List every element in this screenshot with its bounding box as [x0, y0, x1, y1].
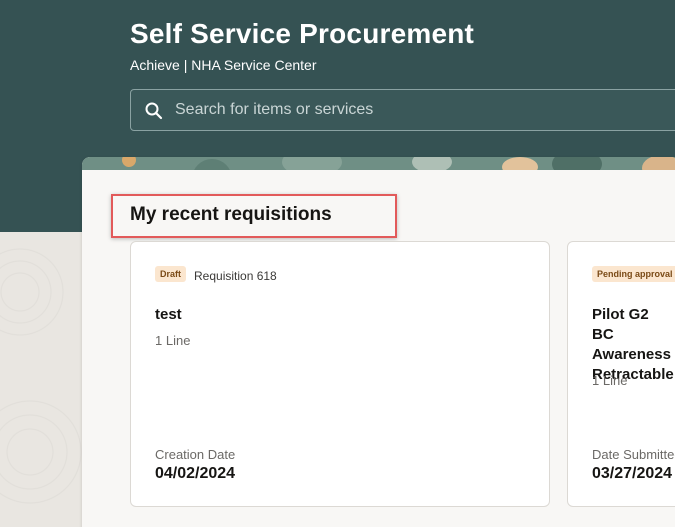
requisition-card[interactable]: Pending approval Pilot G2 BC Awareness R…: [567, 241, 675, 507]
banner-shape: [552, 157, 602, 170]
banner-shape: [412, 157, 452, 170]
requisition-lines: 1 Line: [155, 333, 191, 348]
date-label: Creation Date: [155, 447, 236, 462]
status-badge: Pending approval: [592, 266, 675, 282]
page-subtitle: Achieve | NHA Service Center: [130, 57, 317, 73]
date-label: Date Submitted: [592, 447, 675, 462]
date-value: 04/02/2024: [155, 465, 236, 482]
banner-shape: [192, 159, 232, 170]
page: Self Service Procurement Achieve | NHA S…: [0, 0, 675, 527]
requisition-card[interactable]: Draft Requisition 618 test 1 Line Creati…: [130, 241, 550, 507]
banner-shape: [122, 157, 136, 167]
banner-shape: [282, 157, 342, 170]
highlight-annotation: [111, 194, 397, 238]
banner-shape: [642, 157, 675, 170]
requisition-number: Requisition 618: [194, 269, 277, 283]
search-box[interactable]: [130, 89, 675, 131]
requisition-title[interactable]: test: [155, 305, 535, 325]
requisition-lines: 1 Line: [592, 373, 628, 388]
page-title: Self Service Procurement: [130, 18, 475, 49]
search-icon[interactable]: [144, 101, 164, 121]
date-value: 03/27/2024: [592, 465, 673, 482]
status-badge: Draft: [155, 266, 187, 282]
recent-requisitions-panel: My recent requisitions Draft Requisition…: [82, 157, 675, 527]
decorative-banner: [82, 157, 675, 170]
search-input[interactable]: [175, 90, 675, 130]
background-pattern: [0, 232, 82, 527]
banner-shape: [502, 157, 538, 170]
